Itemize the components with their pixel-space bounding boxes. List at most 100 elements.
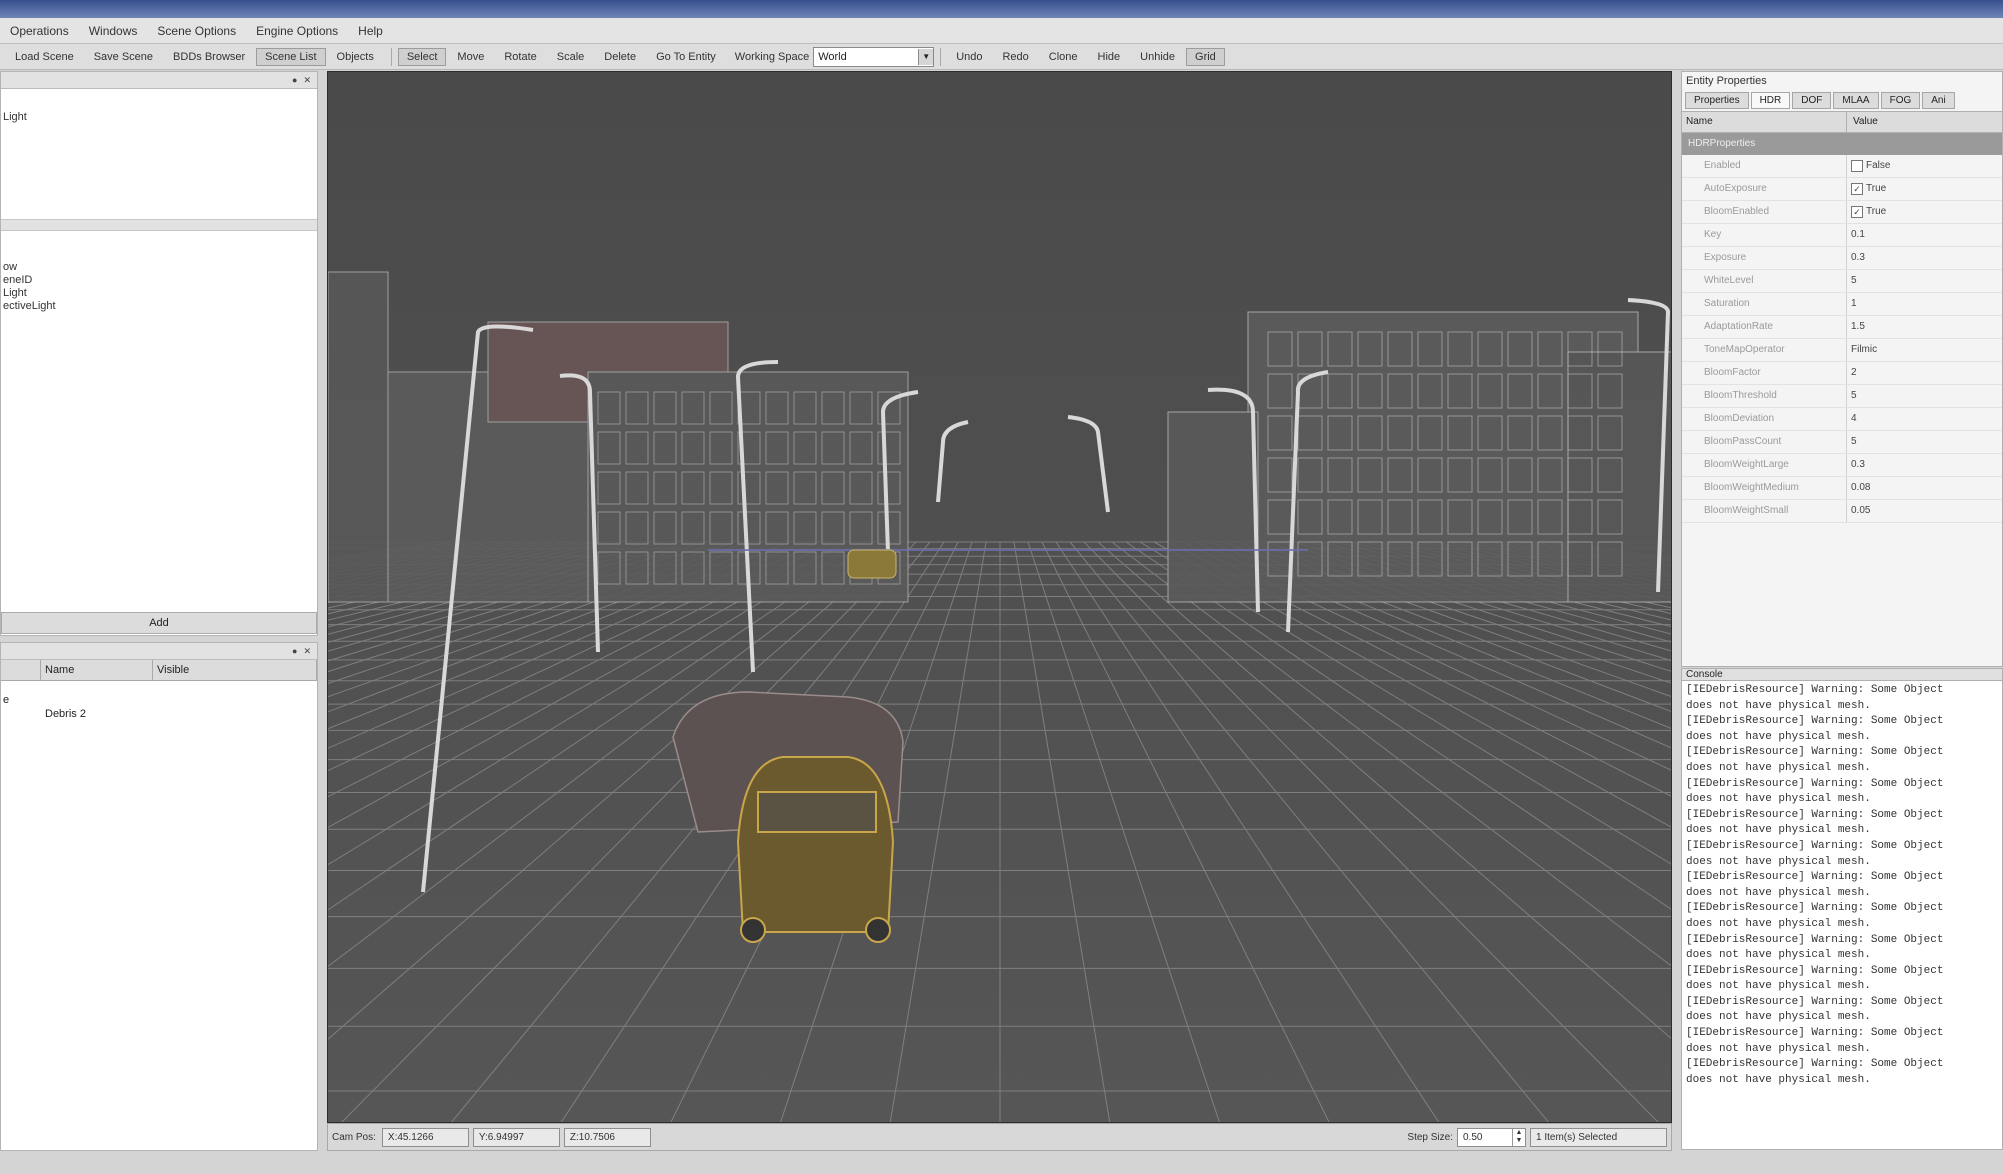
- close-icon[interactable]: ✕: [303, 75, 311, 86]
- property-group-header[interactable]: HDRProperties: [1682, 133, 2002, 155]
- property-value[interactable]: 1.5: [1847, 316, 1865, 338]
- add-button[interactable]: Add: [1, 612, 317, 634]
- console-line: [IEDebrisResource] Warning: Some Object: [1686, 777, 1944, 790]
- tree-item[interactable]: ow: [1, 261, 317, 274]
- property-value[interactable]: ✓ True: [1847, 178, 1886, 200]
- property-row[interactable]: BloomFactor 2: [1682, 362, 2002, 385]
- rotate-mode-button[interactable]: Rotate: [495, 48, 545, 66]
- tab-dof[interactable]: DOF: [1792, 92, 1832, 109]
- load-scene-button[interactable]: Load Scene: [6, 48, 83, 66]
- unhide-button[interactable]: Unhide: [1131, 48, 1184, 66]
- col-header-value[interactable]: Value: [1847, 112, 1878, 132]
- table-row[interactable]: e: [1, 693, 317, 707]
- grid-button[interactable]: Grid: [1186, 47, 1225, 66]
- working-space-select[interactable]: World ▼: [813, 46, 935, 67]
- tree-item[interactable]: ectiveLight: [1, 300, 317, 313]
- console-line: does not have physical mesh.: [1686, 730, 1871, 743]
- step-size-label: Step Size:: [1407, 1131, 1453, 1143]
- property-value[interactable]: 0.3: [1847, 454, 1865, 476]
- property-value[interactable]: Filmic: [1847, 339, 1877, 361]
- menu-windows[interactable]: Windows: [79, 24, 148, 38]
- menu-engine-options[interactable]: Engine Options: [246, 24, 348, 38]
- tab-fog[interactable]: FOG: [1880, 92, 1921, 109]
- property-row[interactable]: BloomDeviation 4: [1682, 408, 2002, 431]
- property-value[interactable]: False: [1847, 155, 1890, 177]
- bdds-browser-button[interactable]: BDDs Browser: [164, 48, 254, 66]
- pin-icon[interactable]: ●: [292, 75, 297, 85]
- menu-operations[interactable]: Operations: [0, 24, 79, 38]
- property-value-text: 1.5: [1851, 321, 1865, 332]
- scene-list-button[interactable]: Scene List: [256, 47, 326, 66]
- property-value[interactable]: 5: [1847, 431, 1857, 453]
- go-to-entity-button[interactable]: Go To Entity: [647, 48, 725, 66]
- property-row[interactable]: Key 0.1: [1682, 224, 2002, 247]
- property-row[interactable]: BloomThreshold 5: [1682, 385, 2002, 408]
- property-value[interactable]: 5: [1847, 385, 1857, 407]
- close-icon[interactable]: ✕: [303, 646, 311, 657]
- checked-checkbox-icon[interactable]: ✓: [1851, 206, 1863, 218]
- tab-ani[interactable]: Ani: [1922, 92, 1955, 109]
- property-value[interactable]: 1: [1847, 293, 1857, 315]
- spinner-arrows-icon[interactable]: ▲ ▼: [1512, 1128, 1525, 1146]
- cam-pos-label: Cam Pos:: [332, 1131, 376, 1143]
- redo-button[interactable]: Redo: [993, 48, 1037, 66]
- toolbar-separator: [940, 47, 942, 66]
- checked-checkbox-icon[interactable]: ✓: [1851, 183, 1863, 195]
- col-header[interactable]: [1, 660, 41, 680]
- select-mode-button[interactable]: Select: [397, 47, 447, 66]
- tab-hdr[interactable]: HDR: [1750, 92, 1791, 109]
- console-panel[interactable]: [IEDebrisResource] Warning: Some Object d…: [1681, 680, 2003, 1150]
- viewport-status-bar: Cam Pos: X:45.1266 Y:6.94997 Z:10.7506 S…: [327, 1123, 1672, 1151]
- property-value[interactable]: 4: [1847, 408, 1857, 430]
- table-row[interactable]: Debris 2: [1, 707, 317, 721]
- move-mode-button[interactable]: Move: [448, 48, 493, 66]
- property-row[interactable]: BloomPassCount 5: [1682, 431, 2002, 454]
- menu-help[interactable]: Help: [348, 24, 393, 38]
- tree-item[interactable]: Light: [1, 111, 317, 124]
- pin-icon[interactable]: ●: [292, 646, 297, 656]
- col-header-visible[interactable]: Visible: [153, 660, 317, 680]
- splitter[interactable]: [1, 219, 317, 231]
- panel-title: Entity Properties: [1686, 75, 1767, 87]
- delete-button[interactable]: Delete: [595, 48, 645, 66]
- property-value[interactable]: ✓ True: [1847, 201, 1886, 223]
- col-header-name[interactable]: Name: [1682, 112, 1847, 132]
- clone-button[interactable]: Clone: [1040, 48, 1087, 66]
- property-row[interactable]: Exposure 0.3: [1682, 247, 2002, 270]
- property-value[interactable]: 5: [1847, 270, 1857, 292]
- property-row[interactable]: Saturation 1: [1682, 293, 2002, 316]
- chevron-down-icon[interactable]: ▼: [918, 48, 934, 65]
- property-row[interactable]: AdaptationRate 1.5: [1682, 316, 2002, 339]
- col-header-name[interactable]: Name: [41, 660, 153, 680]
- scale-mode-button[interactable]: Scale: [548, 48, 594, 66]
- property-row[interactable]: BloomWeightMedium 0.08: [1682, 477, 2002, 500]
- property-value[interactable]: 2: [1847, 362, 1857, 384]
- cam-x-field[interactable]: X:45.1266: [381, 1127, 469, 1147]
- property-value[interactable]: 0.08: [1847, 477, 1870, 499]
- hide-button[interactable]: Hide: [1089, 48, 1130, 66]
- property-row[interactable]: WhiteLevel 5: [1682, 270, 2002, 293]
- property-value[interactable]: 0.1: [1847, 224, 1865, 246]
- property-value[interactable]: 0.05: [1847, 500, 1870, 522]
- tab-properties[interactable]: Properties: [1685, 92, 1749, 109]
- property-row[interactable]: BloomEnabled ✓ True: [1682, 201, 2002, 224]
- tree-item[interactable]: eneID: [1, 274, 317, 287]
- step-size-spinner[interactable]: 0.50 ▲ ▼: [1457, 1127, 1526, 1147]
- menu-scene-options[interactable]: Scene Options: [147, 24, 246, 38]
- cam-z-field[interactable]: Z:10.7506: [563, 1127, 651, 1147]
- cam-y-field[interactable]: Y:6.94997: [472, 1127, 560, 1147]
- objects-button[interactable]: Objects: [328, 48, 383, 66]
- tab-mlaa[interactable]: MLAA: [1833, 92, 1879, 109]
- undo-button[interactable]: Undo: [947, 48, 991, 66]
- 3d-viewport[interactable]: [327, 71, 1672, 1123]
- property-row[interactable]: Enabled False: [1682, 155, 2002, 178]
- property-row[interactable]: ToneMapOperator Filmic: [1682, 339, 2002, 362]
- unchecked-checkbox-icon[interactable]: [1851, 160, 1863, 172]
- tree-item[interactable]: Light: [1, 287, 317, 300]
- property-row[interactable]: BloomWeightLarge 0.3: [1682, 454, 2002, 477]
- property-row[interactable]: BloomWeightSmall 0.05: [1682, 500, 2002, 523]
- working-space-value: World: [818, 50, 847, 63]
- property-row[interactable]: AutoExposure ✓ True: [1682, 178, 2002, 201]
- save-scene-button[interactable]: Save Scene: [85, 48, 162, 66]
- property-value[interactable]: 0.3: [1847, 247, 1865, 269]
